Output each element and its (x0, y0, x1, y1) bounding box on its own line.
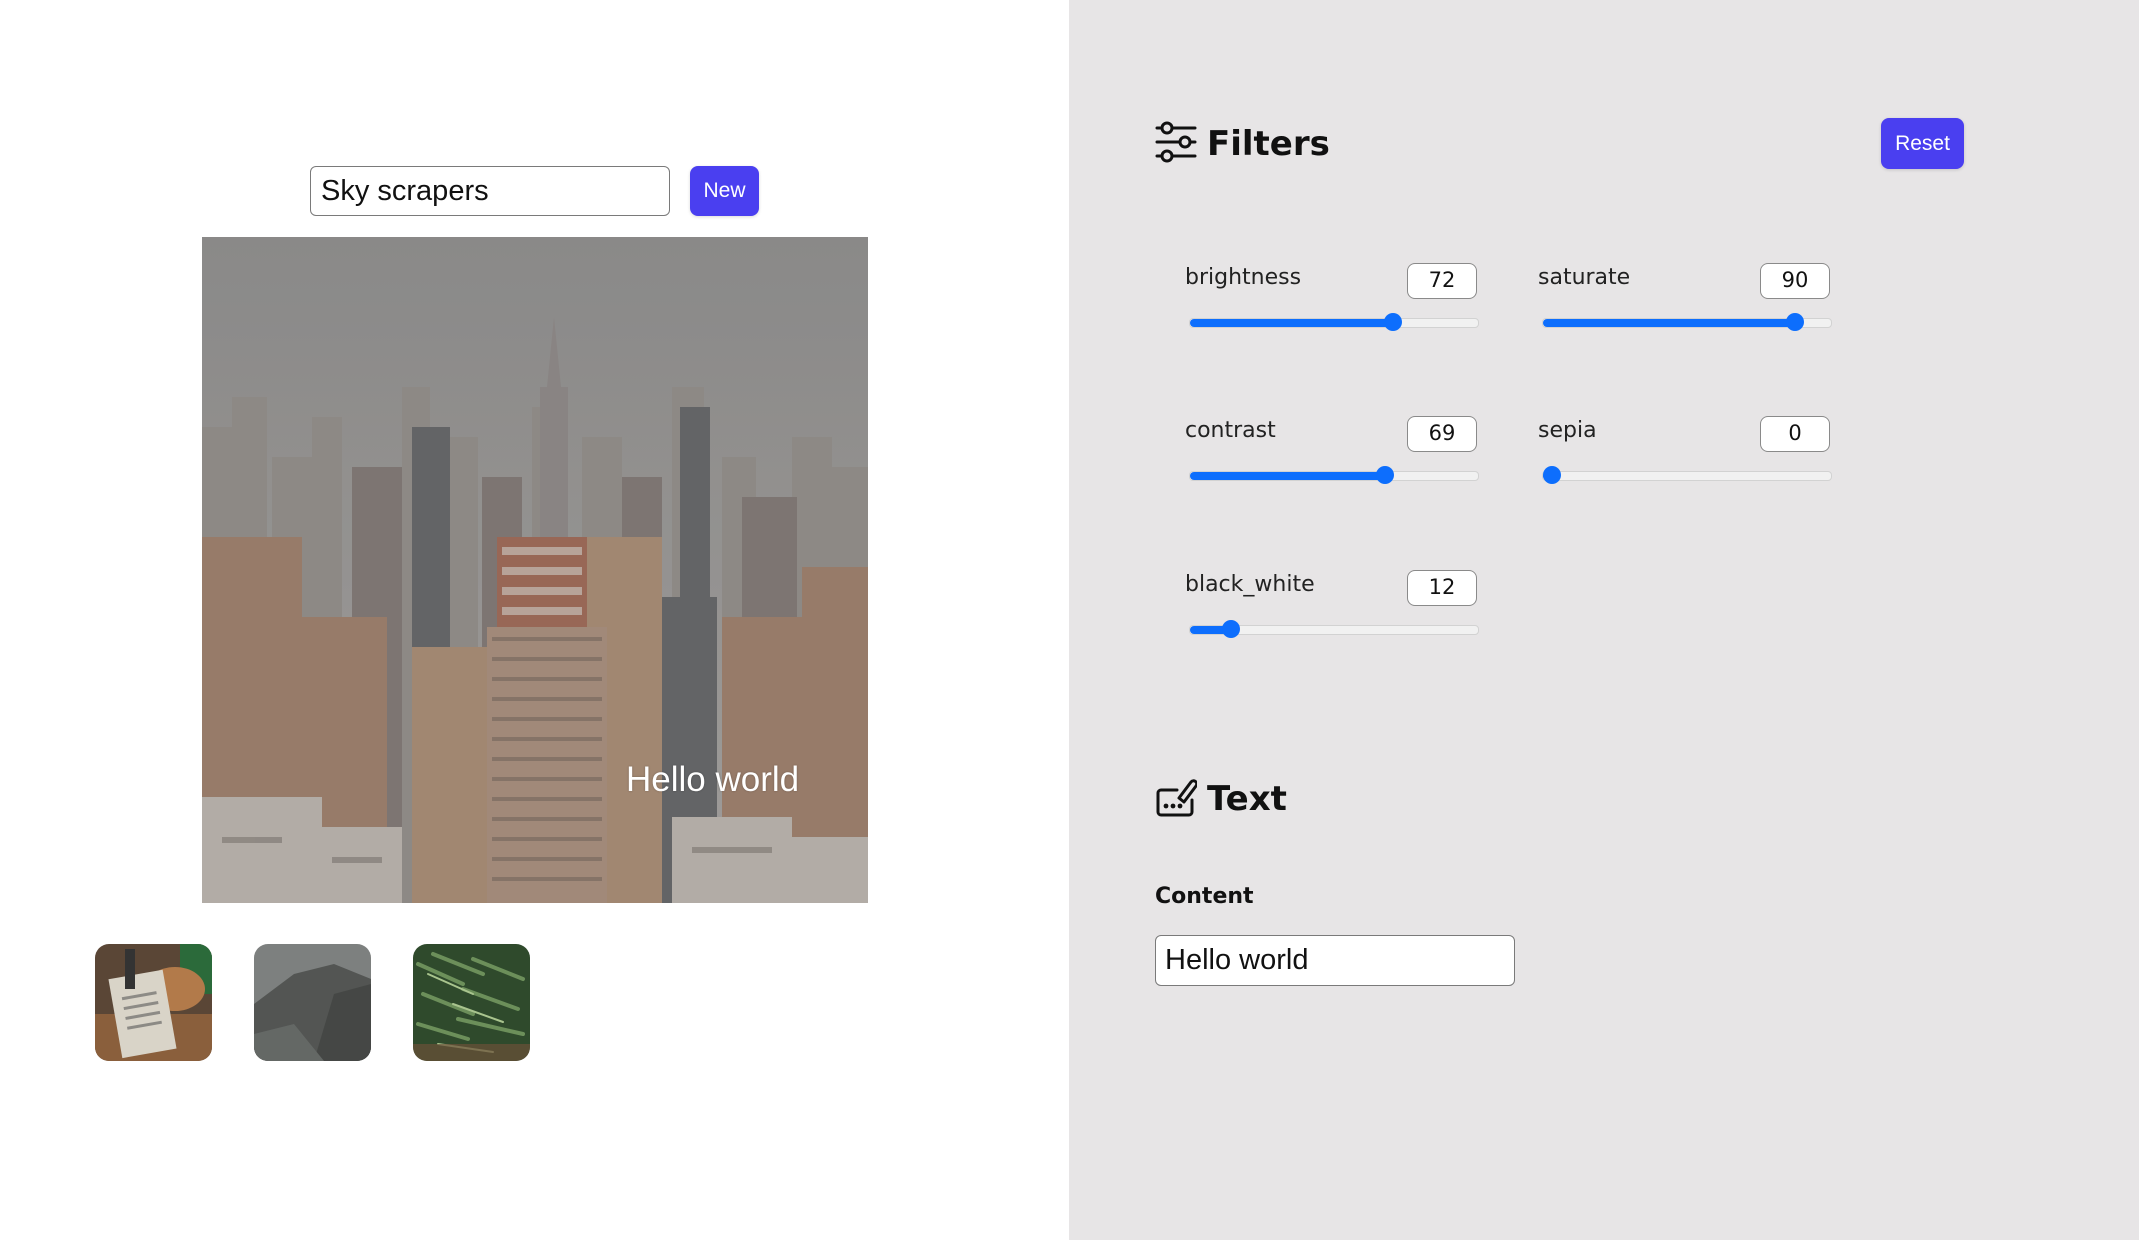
filter-label: saturate (1538, 265, 1631, 290)
text-title: Text (1207, 779, 1287, 819)
filter-contrast: contrast 69 (1185, 416, 1485, 528)
filter-slider[interactable] (1542, 466, 1832, 484)
filter-slider[interactable] (1542, 313, 1832, 331)
filter-black-white: black_white 12 (1185, 570, 1485, 682)
filter-brightness: brightness 72 (1185, 263, 1485, 375)
thumbnail-misty-cliffs[interactable] (254, 944, 371, 1061)
filter-value-input[interactable]: 12 (1407, 570, 1477, 606)
filter-saturate: saturate 90 (1538, 263, 1838, 375)
main-image-city-skyline (202, 237, 868, 903)
new-button[interactable]: New (690, 166, 759, 216)
slider-handle[interactable] (1786, 313, 1804, 331)
slider-fill (1543, 319, 1795, 327)
filter-label: black_white (1185, 572, 1315, 597)
filter-value-input[interactable]: 69 (1407, 416, 1477, 452)
reset-button[interactable]: Reset (1881, 118, 1964, 169)
filter-value-input[interactable]: 0 (1760, 416, 1830, 452)
preview-pane: New (0, 0, 1069, 1240)
filter-slider[interactable] (1189, 466, 1479, 484)
filter-value-input[interactable]: 90 (1760, 263, 1830, 299)
slider-handle[interactable] (1543, 466, 1561, 484)
search-input[interactable] (310, 166, 670, 216)
thumbnail-desk-books[interactable] (95, 944, 212, 1061)
slider-handle[interactable] (1384, 313, 1403, 331)
slider-fill (1190, 472, 1386, 480)
text-heading: Text (1155, 776, 1287, 822)
filter-sepia: sepia 0 (1538, 416, 1838, 528)
filter-slider[interactable] (1189, 620, 1479, 638)
filter-label: brightness (1185, 265, 1302, 290)
filter-label: contrast (1185, 418, 1276, 443)
photo-editor-page: New (0, 0, 2139, 1240)
filter-slider[interactable] (1189, 313, 1479, 331)
filter-label: sepia (1538, 418, 1597, 443)
filters-heading: Filters (1155, 120, 1330, 168)
slider-fill (1190, 319, 1394, 327)
slider-handle[interactable] (1376, 466, 1395, 484)
sliders-icon (1155, 120, 1197, 168)
filter-value-input[interactable]: 72 (1407, 263, 1477, 299)
controls-panel: Filters Reset brightness 72 saturate 90 … (1069, 0, 2139, 1240)
paint-brush-icon (1155, 776, 1199, 822)
slider-handle[interactable] (1222, 620, 1241, 638)
content-input[interactable] (1155, 935, 1515, 986)
thumbnail-green-beans[interactable] (413, 944, 530, 1061)
filters-title: Filters (1207, 124, 1330, 164)
overlay-text[interactable]: Hello world (626, 760, 799, 800)
content-label: Content (1155, 884, 1254, 909)
